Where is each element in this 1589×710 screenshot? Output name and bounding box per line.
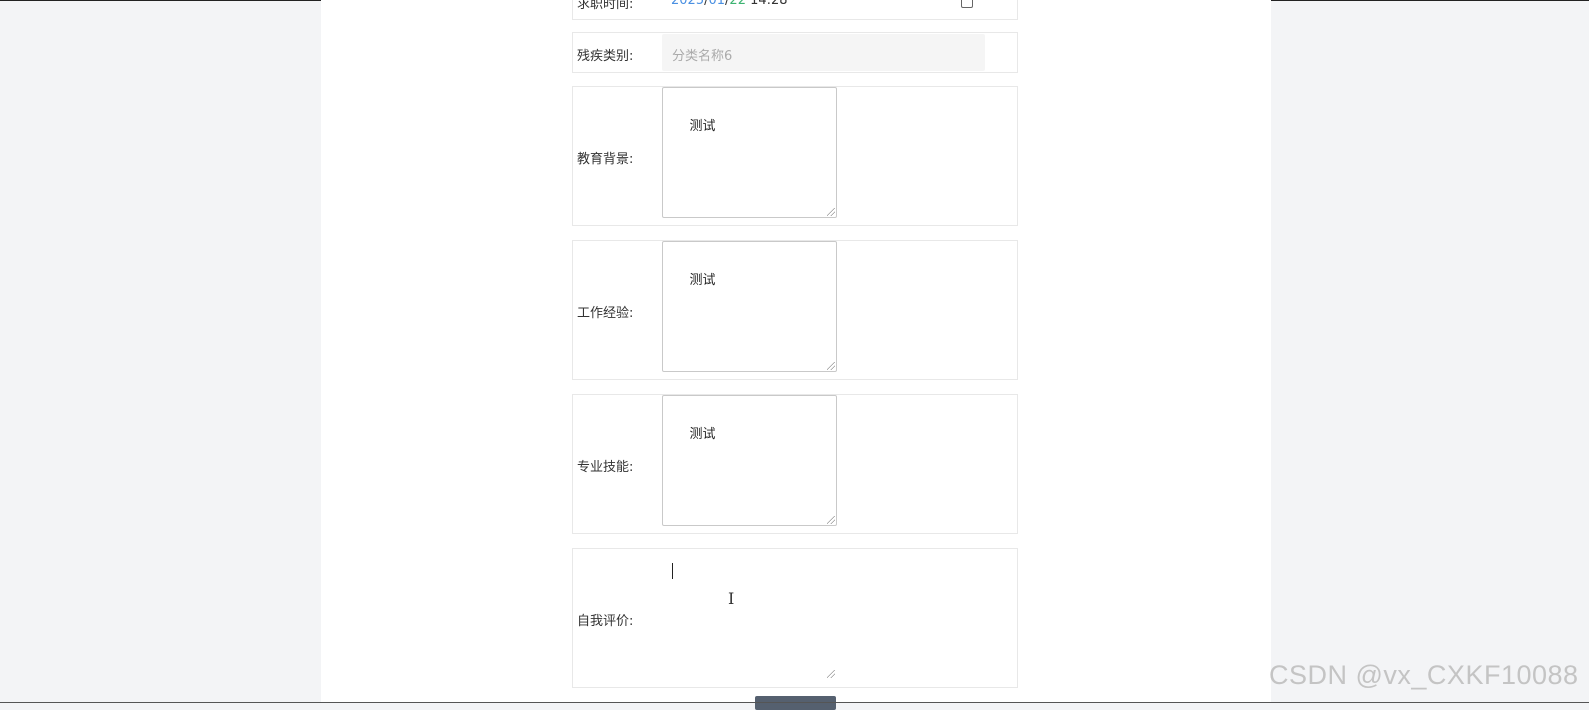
resize-grip-icon[interactable] — [827, 362, 835, 370]
form-row-education: 教育背景: 测试 — [572, 86, 1018, 226]
form-row-skills: 专业技能: 测试 — [572, 394, 1018, 534]
resize-grip-icon[interactable] — [827, 670, 835, 678]
form-row-category: 残疾类别: 分类名称6 — [572, 32, 1018, 73]
form-row-self-evaluation: 自我评价: I — [572, 548, 1018, 688]
work-experience-textarea[interactable]: 测试 — [662, 241, 837, 372]
recruit-time-year: 2025 — [671, 0, 705, 8]
education-value: 测试 — [689, 119, 716, 134]
watermark-text: CSDN @vx_CXKF10088 — [1269, 660, 1579, 690]
resize-grip-icon[interactable] — [827, 208, 835, 216]
resize-grip-icon[interactable] — [827, 516, 835, 524]
recruit-time-clock: 14:28 — [750, 0, 788, 8]
work-experience-value: 测试 — [689, 273, 716, 288]
skills-value: 测试 — [689, 427, 716, 442]
recruit-time-month: 01 — [708, 0, 726, 8]
skills-textarea[interactable]: 测试 — [662, 395, 837, 526]
submit-button[interactable] — [755, 696, 836, 710]
education-textarea[interactable]: 测试 — [662, 87, 837, 218]
category-field[interactable]: 分类名称6 — [662, 34, 985, 71]
form-row-work-experience: 工作经验: 测试 — [572, 240, 1018, 380]
calendar-icon[interactable] — [961, 0, 973, 8]
recruit-time-day: 22 — [729, 0, 746, 8]
recruit-time-input[interactable]: 2025/01/22 14:28 — [671, 0, 788, 8]
self-evaluation-label: 自我评价: — [577, 614, 634, 629]
education-label: 教育背景: — [577, 152, 634, 167]
recruit-time-label: 求职时间: — [577, 0, 634, 12]
mouse-ibeam-cursor-icon: I — [728, 589, 735, 608]
text-caret — [672, 563, 673, 579]
work-experience-label: 工作经验: — [577, 306, 634, 321]
category-label: 残疾类别: — [577, 49, 634, 64]
self-evaluation-textarea[interactable] — [662, 549, 837, 680]
form-row-recruit-time: 求职时间: 2025/01/22 14:28 — [572, 0, 1018, 20]
skills-label: 专业技能: — [577, 460, 634, 475]
